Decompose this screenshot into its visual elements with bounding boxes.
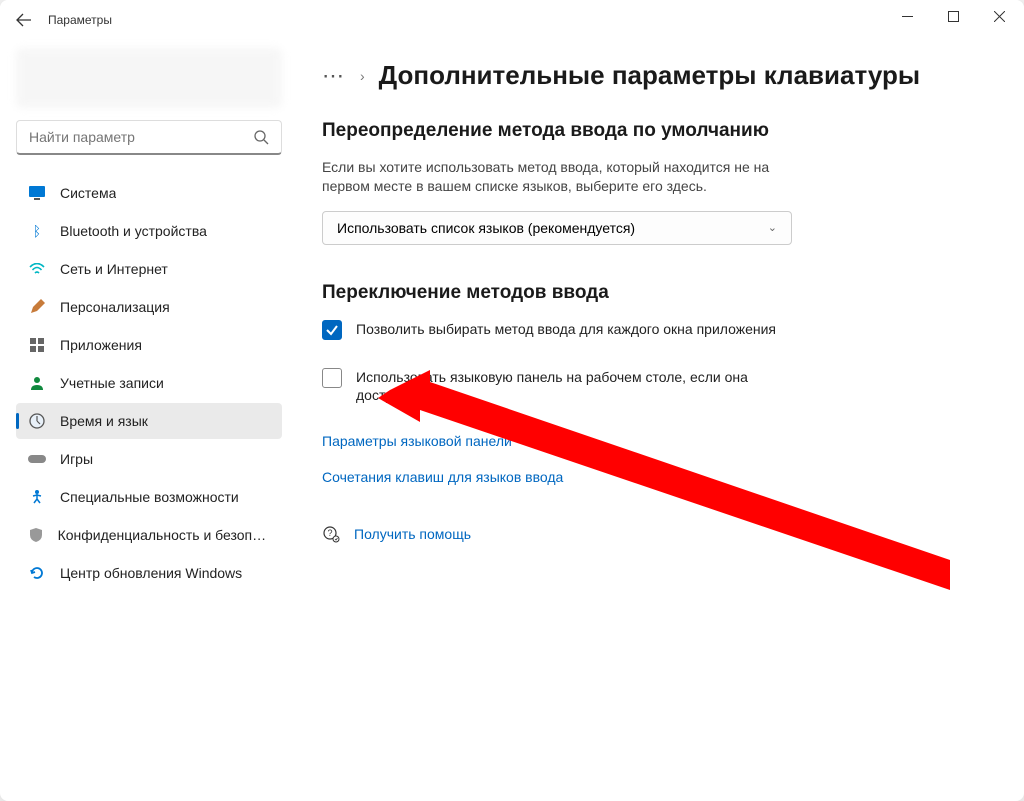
sidebar-item-apps[interactable]: Приложения xyxy=(16,327,282,363)
main-content: ⋯ › Дополнительные параметры клавиатуры … xyxy=(290,40,1024,801)
svg-text:?: ? xyxy=(327,528,332,538)
sidebar-item-label: Приложения xyxy=(60,337,142,353)
close-button[interactable] xyxy=(976,0,1022,32)
accessibility-icon xyxy=(28,488,46,506)
checkbox-row-per-window: Позволить выбирать метод ввода для каждо… xyxy=(322,320,792,340)
profile-card[interactable] xyxy=(16,48,282,108)
system-icon xyxy=(28,184,46,202)
update-icon xyxy=(28,564,46,582)
checkbox-row-langbar: Использовать языковую панель на рабочем … xyxy=(322,368,792,406)
nav-list: Система ᛒ Bluetooth и устройства Сеть и … xyxy=(16,175,282,591)
back-button[interactable] xyxy=(8,4,40,36)
sidebar-item-bluetooth[interactable]: ᛒ Bluetooth и устройства xyxy=(16,213,282,249)
sidebar-item-label: Персонализация xyxy=(60,299,170,315)
search-box[interactable] xyxy=(16,120,282,155)
input-hotkeys-link[interactable]: Сочетания клавиш для языков ввода xyxy=(322,469,976,485)
settings-window: Параметры С xyxy=(0,0,1024,801)
bluetooth-icon: ᛒ xyxy=(28,222,46,240)
langbar-checkbox[interactable] xyxy=(322,368,342,388)
sidebar-item-system[interactable]: Система xyxy=(16,175,282,211)
per-window-label: Позволить выбирать метод ввода для каждо… xyxy=(356,320,776,339)
maximize-icon xyxy=(948,11,959,22)
sidebar-item-label: Учетные записи xyxy=(60,375,164,391)
sidebar-item-label: Bluetooth и устройства xyxy=(60,223,207,239)
section-override-desc: Если вы хотите использовать метод ввода,… xyxy=(322,158,792,197)
titlebar: Параметры xyxy=(0,0,1024,40)
get-help-link[interactable]: Получить помощь xyxy=(354,526,471,542)
section-switching-title: Переключение методов ввода xyxy=(322,281,976,306)
sidebar-item-network[interactable]: Сеть и Интернет xyxy=(16,251,282,287)
section-override-title: Переопределение метода ввода по умолчани… xyxy=(322,119,976,144)
timelang-icon xyxy=(28,412,46,430)
apps-icon xyxy=(28,336,46,354)
back-arrow-icon xyxy=(16,12,32,28)
sidebar-item-update[interactable]: Центр обновления Windows xyxy=(16,555,282,591)
sidebar-item-label: Система xyxy=(60,185,116,201)
sidebar-item-label: Игры xyxy=(60,451,93,467)
search-icon xyxy=(253,129,269,145)
dropdown-value: Использовать список языков (рекомендуетс… xyxy=(337,220,635,236)
help-icon: ? xyxy=(322,525,340,543)
sidebar-item-label: Конфиденциальность и безопасность xyxy=(58,527,270,543)
langbar-label: Использовать языковую панель на рабочем … xyxy=(356,368,792,406)
sidebar-item-label: Центр обновления Windows xyxy=(60,565,242,581)
minimize-button[interactable] xyxy=(884,0,930,32)
personalization-icon xyxy=(28,298,46,316)
accounts-icon xyxy=(28,374,46,392)
language-bar-options-link[interactable]: Параметры языковой панели xyxy=(322,433,976,449)
gaming-icon xyxy=(28,450,46,468)
sidebar-item-label: Специальные возможности xyxy=(60,489,239,505)
sidebar-item-label: Время и язык xyxy=(60,413,148,429)
sidebar-item-privacy[interactable]: Конфиденциальность и безопасность xyxy=(16,517,282,553)
breadcrumb-ellipsis[interactable]: ⋯ xyxy=(322,63,346,89)
minimize-icon xyxy=(902,11,913,22)
chevron-right-icon: › xyxy=(360,68,365,84)
window-controls xyxy=(884,0,1022,32)
maximize-button[interactable] xyxy=(930,0,976,32)
network-icon xyxy=(28,260,46,278)
sidebar-item-personalization[interactable]: Персонализация xyxy=(16,289,282,325)
per-window-checkbox[interactable] xyxy=(322,320,342,340)
sidebar: Система ᛒ Bluetooth и устройства Сеть и … xyxy=(0,40,290,801)
close-icon xyxy=(994,11,1005,22)
privacy-icon xyxy=(28,526,44,544)
default-input-method-dropdown[interactable]: Использовать список языков (рекомендуетс… xyxy=(322,211,792,245)
sidebar-item-label: Сеть и Интернет xyxy=(60,261,168,277)
chevron-down-icon: ⌄ xyxy=(768,221,777,234)
layout: Система ᛒ Bluetooth и устройства Сеть и … xyxy=(0,40,1024,801)
sidebar-item-gaming[interactable]: Игры xyxy=(16,441,282,477)
page-title: Дополнительные параметры клавиатуры xyxy=(379,60,920,91)
breadcrumb: ⋯ › Дополнительные параметры клавиатуры xyxy=(322,60,976,91)
sidebar-item-timelang[interactable]: Время и язык xyxy=(16,403,282,439)
sidebar-item-accounts[interactable]: Учетные записи xyxy=(16,365,282,401)
window-title: Параметры xyxy=(48,13,112,27)
help-row: ? Получить помощь xyxy=(322,525,976,543)
search-input[interactable] xyxy=(29,129,253,145)
sidebar-item-accessibility[interactable]: Специальные возможности xyxy=(16,479,282,515)
